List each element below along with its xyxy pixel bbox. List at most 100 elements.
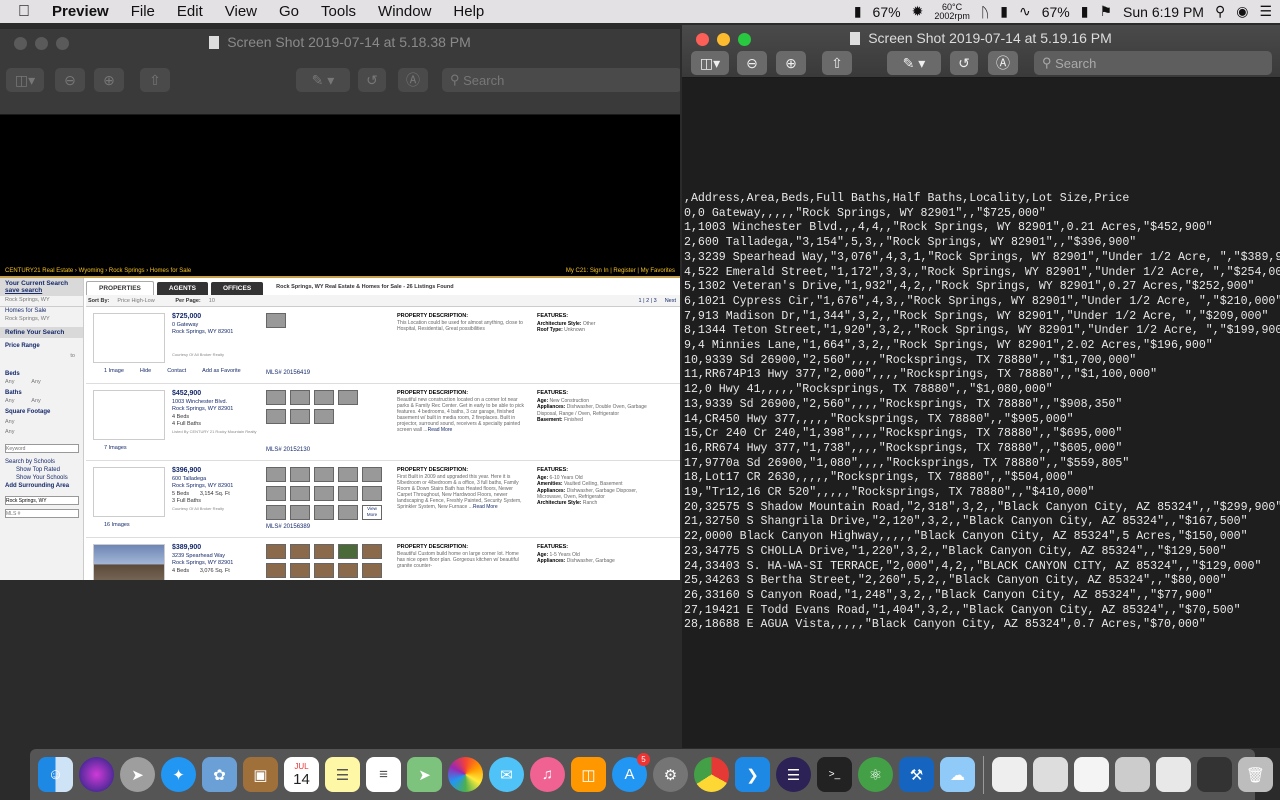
- mls-number[interactable]: MLS# 20156389: [266, 524, 310, 530]
- music-icon[interactable]: ♫: [530, 757, 565, 792]
- temperature-readout[interactable]: 60°C 2002rpm: [934, 2, 970, 21]
- photo-placeholder-icon[interactable]: [290, 486, 310, 501]
- listing-photo[interactable]: [93, 544, 165, 580]
- listing-price[interactable]: $389,900: [172, 544, 201, 551]
- images-link[interactable]: 16 Images: [104, 522, 130, 528]
- photo-thumb[interactable]: [266, 563, 286, 578]
- search-field[interactable]: ⚲ Search: [442, 68, 680, 92]
- menu-help[interactable]: Help: [442, 3, 495, 20]
- rotate-button[interactable]: ↺: [358, 68, 386, 92]
- battery-icon[interactable]: ▮: [854, 3, 862, 20]
- photo-placeholder-icon[interactable]: [314, 486, 334, 501]
- hide-link[interactable]: Hide: [140, 368, 151, 374]
- photo-thumb[interactable]: [338, 544, 358, 559]
- photo-placeholder-icon[interactable]: [362, 486, 382, 501]
- mls-number[interactable]: MLS# 20156419: [266, 370, 310, 376]
- menu-file[interactable]: File: [120, 3, 166, 20]
- fan-icon[interactable]: ✹: [912, 3, 924, 20]
- minimized-window-thumbnail[interactable]: [1074, 757, 1109, 792]
- photo-placeholder-icon[interactable]: [290, 409, 310, 424]
- app-store-icon[interactable]: A5: [612, 753, 650, 792]
- sqft-max-select[interactable]: Any: [0, 428, 83, 436]
- show-your-schools-link[interactable]: Show Your Schools: [0, 474, 83, 482]
- share-button[interactable]: ⇧: [140, 68, 170, 92]
- photo-placeholder-icon[interactable]: [314, 409, 334, 424]
- photo-thumb[interactable]: [362, 544, 382, 559]
- minimized-window-thumbnail[interactable]: [1033, 757, 1068, 792]
- battery-icon-2[interactable]: ▮: [1081, 3, 1089, 20]
- system-preferences-icon[interactable]: ⚙: [653, 757, 688, 792]
- photo-thumb[interactable]: [314, 563, 334, 578]
- books-icon[interactable]: ◫: [571, 757, 606, 792]
- menu-go[interactable]: Go: [268, 3, 310, 20]
- siri-icon[interactable]: ◉: [1236, 3, 1248, 20]
- photo-placeholder-icon[interactable]: [266, 486, 286, 501]
- photo-placeholder-icon[interactable]: [338, 390, 358, 405]
- notes-icon[interactable]: ☰: [325, 757, 360, 792]
- baths-select[interactable]: Any Any: [0, 397, 83, 405]
- menu-view[interactable]: View: [214, 3, 268, 20]
- battery-status-icon[interactable]: ▮: [1000, 3, 1008, 20]
- favorite-link[interactable]: Add as Favorite: [202, 368, 241, 374]
- read-more-link[interactable]: Read More: [428, 427, 453, 433]
- flag-icon[interactable]: ⚑: [1099, 3, 1112, 20]
- keyword-input[interactable]: [5, 444, 79, 453]
- photo-placeholder-icon[interactable]: [266, 409, 286, 424]
- markup-pen-button[interactable]: ✎ ▾: [887, 51, 941, 75]
- view-more-button[interactable]: View More: [362, 505, 382, 520]
- clock[interactable]: Sun 6:19 PM: [1123, 4, 1204, 20]
- photo-thumb[interactable]: [314, 544, 334, 559]
- photo-placeholder-icon[interactable]: [266, 505, 286, 520]
- minimized-window-thumbnail[interactable]: [1115, 757, 1150, 792]
- markup-toolbar-button[interactable]: Ⓐ: [988, 51, 1018, 75]
- notebook-icon[interactable]: ▣: [243, 757, 278, 792]
- photo-placeholder-icon[interactable]: [362, 467, 382, 482]
- safari-icon[interactable]: ✦: [161, 757, 196, 792]
- photo-thumb[interactable]: [266, 544, 286, 559]
- preview-icon[interactable]: ✿: [202, 757, 237, 792]
- mls-number[interactable]: MLS# 20152130: [266, 447, 310, 453]
- listing-address[interactable]: 1003 Winchester Blvd. Rock Springs, WY 82…: [172, 399, 233, 413]
- photos-icon[interactable]: [448, 757, 483, 792]
- preview-app-icon[interactable]: ☁: [940, 757, 975, 792]
- trash-icon[interactable]: 🗑: [1238, 757, 1273, 792]
- photo-placeholder-icon[interactable]: [314, 505, 334, 520]
- search-by-schools-link[interactable]: Search by Schools: [0, 458, 83, 466]
- next-link[interactable]: Next: [665, 298, 680, 304]
- siri-icon[interactable]: [79, 757, 114, 792]
- spotlight-search-icon[interactable]: ⚲: [1215, 3, 1225, 20]
- photo-thumb[interactable]: [290, 544, 310, 559]
- minimized-window-thumbnail[interactable]: [992, 757, 1027, 792]
- photo-placeholder-icon[interactable]: [338, 467, 358, 482]
- terminal-icon[interactable]: >_: [817, 757, 852, 792]
- mls-input[interactable]: [5, 509, 79, 518]
- menu-edit[interactable]: Edit: [166, 3, 214, 20]
- sidebar-toggle-button[interactable]: ◫▾: [6, 68, 44, 92]
- menu-app-name[interactable]: Preview: [38, 3, 120, 20]
- rotate-button[interactable]: ↺: [950, 51, 978, 75]
- listing-price[interactable]: $452,900: [172, 390, 201, 397]
- images-link[interactable]: 1 Image: [104, 368, 124, 374]
- reminders-icon[interactable]: ≡: [366, 757, 401, 792]
- zoom-out-button[interactable]: ⊖: [55, 68, 85, 92]
- chrome-icon[interactable]: [694, 757, 729, 792]
- photo-placeholder-icon[interactable]: [314, 467, 334, 482]
- photo-placeholder-icon[interactable]: [314, 390, 334, 405]
- vscode-icon[interactable]: ❯: [735, 757, 770, 792]
- photo-placeholder-icon[interactable]: [290, 467, 310, 482]
- photo-placeholder-icon[interactable]: [266, 467, 286, 482]
- calendar-icon[interactable]: JUL 14: [284, 757, 319, 792]
- show-top-rated-link[interactable]: Show Top Rated: [0, 466, 83, 474]
- wifi-icon[interactable]: ∿: [1019, 3, 1031, 20]
- atom-icon[interactable]: ⚛: [858, 757, 893, 792]
- images-link[interactable]: 7 Images: [104, 445, 127, 451]
- minimized-window-thumbnail[interactable]: [1197, 757, 1232, 792]
- photo-placeholder-icon[interactable]: [290, 505, 310, 520]
- listing-price[interactable]: $396,900: [172, 467, 201, 474]
- read-more-link[interactable]: Read More: [473, 504, 498, 510]
- listing-thumbnail[interactable]: [93, 390, 165, 440]
- photo-placeholder-icon[interactable]: [338, 486, 358, 501]
- search-field[interactable]: ⚲ Search: [1034, 51, 1272, 75]
- sort-select[interactable]: Price High-Low: [117, 298, 167, 304]
- beds-select[interactable]: Any Any: [0, 378, 83, 386]
